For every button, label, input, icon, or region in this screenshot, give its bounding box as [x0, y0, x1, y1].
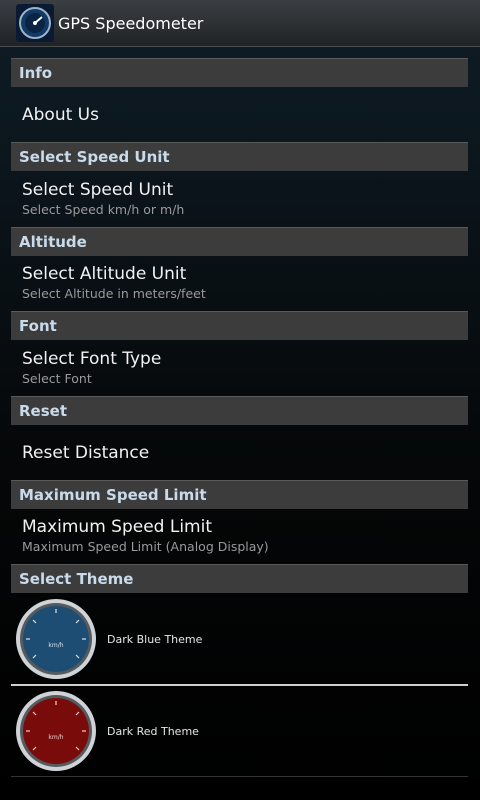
section-header-reset: Reset	[11, 396, 468, 425]
pref-max-speed-limit-summary: Maximum Speed Limit (Analog Display)	[22, 539, 269, 554]
pref-speed-unit-summary: Select Speed km/h or m/h	[22, 202, 185, 217]
section-header-theme: Select Theme	[11, 564, 468, 593]
section-header-font: Font	[11, 311, 468, 340]
pref-altitude-unit[interactable]: Select Altitude Unit Select Altitude in …	[22, 263, 468, 303]
pref-about-us-title: About Us	[22, 105, 99, 125]
pref-reset-distance-title: Reset Distance	[22, 443, 150, 463]
pref-reset-distance[interactable]: Reset Distance	[22, 442, 468, 464]
pref-font-type[interactable]: Select Font Type Select Font	[22, 348, 468, 388]
speedometer-blue-icon: km/h	[16, 599, 96, 679]
pref-font-type-summary: Select Font	[22, 371, 92, 386]
pref-max-speed-limit-title: Maximum Speed Limit	[22, 517, 213, 537]
section-header-max-speed: Maximum Speed Limit	[11, 480, 468, 509]
pref-speed-unit[interactable]: Select Speed Unit Select Speed km/h or m…	[22, 179, 468, 219]
speedometer-red-icon: km/h	[16, 691, 96, 771]
section-header-info: Info	[11, 58, 468, 87]
theme-item-dark-red[interactable]: km/h Dark Red Theme	[11, 686, 468, 777]
app-speedometer-icon	[16, 4, 54, 42]
pref-altitude-unit-summary: Select Altitude in meters/feet	[22, 286, 206, 301]
theme-item-label: Dark Blue Theme	[107, 632, 203, 646]
pref-max-speed-limit[interactable]: Maximum Speed Limit Maximum Speed Limit …	[22, 516, 468, 556]
pref-speed-unit-title: Select Speed Unit	[22, 180, 174, 200]
pref-about-us[interactable]: About Us	[22, 104, 468, 126]
settings-list: Info About Us Select Speed Unit Select S…	[0, 47, 480, 800]
gauge-unit-label: km/h	[48, 642, 63, 649]
pref-altitude-unit-title: Select Altitude Unit	[22, 264, 187, 284]
app-title: GPS Speedometer	[58, 13, 204, 33]
section-header-speed: Select Speed Unit	[11, 142, 468, 171]
pref-font-type-title: Select Font Type	[22, 349, 162, 369]
gauge-unit-label: km/h	[48, 734, 63, 741]
action-bar: GPS Speedometer	[0, 0, 480, 47]
section-header-altitude: Altitude	[11, 227, 468, 256]
theme-item-label: Dark Red Theme	[107, 724, 199, 738]
theme-item-dark-blue[interactable]: km/h Dark Blue Theme	[11, 594, 468, 686]
